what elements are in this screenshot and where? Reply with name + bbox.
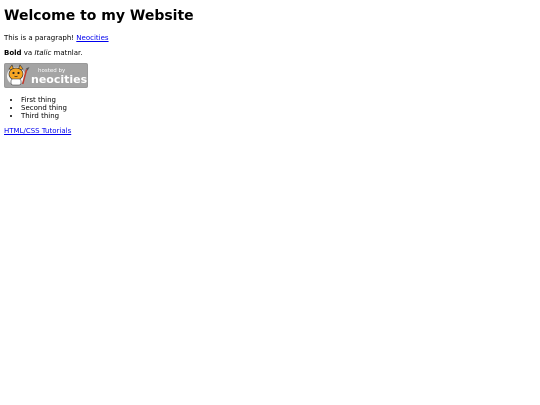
- neocities-link[interactable]: Neocities: [76, 34, 108, 42]
- list-item: First thing: [21, 96, 536, 104]
- intro-text: This is a paragraph!: [4, 34, 77, 43]
- badge-line2: neocities: [31, 73, 88, 86]
- tutorials-link[interactable]: HTML/CSS Tutorials: [4, 127, 71, 135]
- list-item: Second thing: [21, 104, 536, 112]
- page-title: Welcome to my Website: [4, 8, 194, 24]
- formatting-middle: va: [21, 48, 35, 57]
- list-item: Third thing: [21, 112, 536, 120]
- tutorials-paragraph: HTML/CSS Tutorials: [4, 127, 536, 135]
- intro-paragraph: This is a paragraph! Neocities: [4, 34, 536, 42]
- bold-text: Bold: [4, 48, 22, 57]
- formatting-paragraph: Bold va Italic matnlar.: [4, 49, 536, 57]
- formatting-end: matnlar.: [51, 48, 83, 57]
- neocities-badge-image: hosted by neocities: [4, 63, 88, 89]
- things-list: First thing Second thing Third thing: [4, 96, 536, 120]
- hosted-by-neocities-badge[interactable]: hosted by neocities: [4, 63, 88, 89]
- italic-text: Italic: [34, 48, 52, 57]
